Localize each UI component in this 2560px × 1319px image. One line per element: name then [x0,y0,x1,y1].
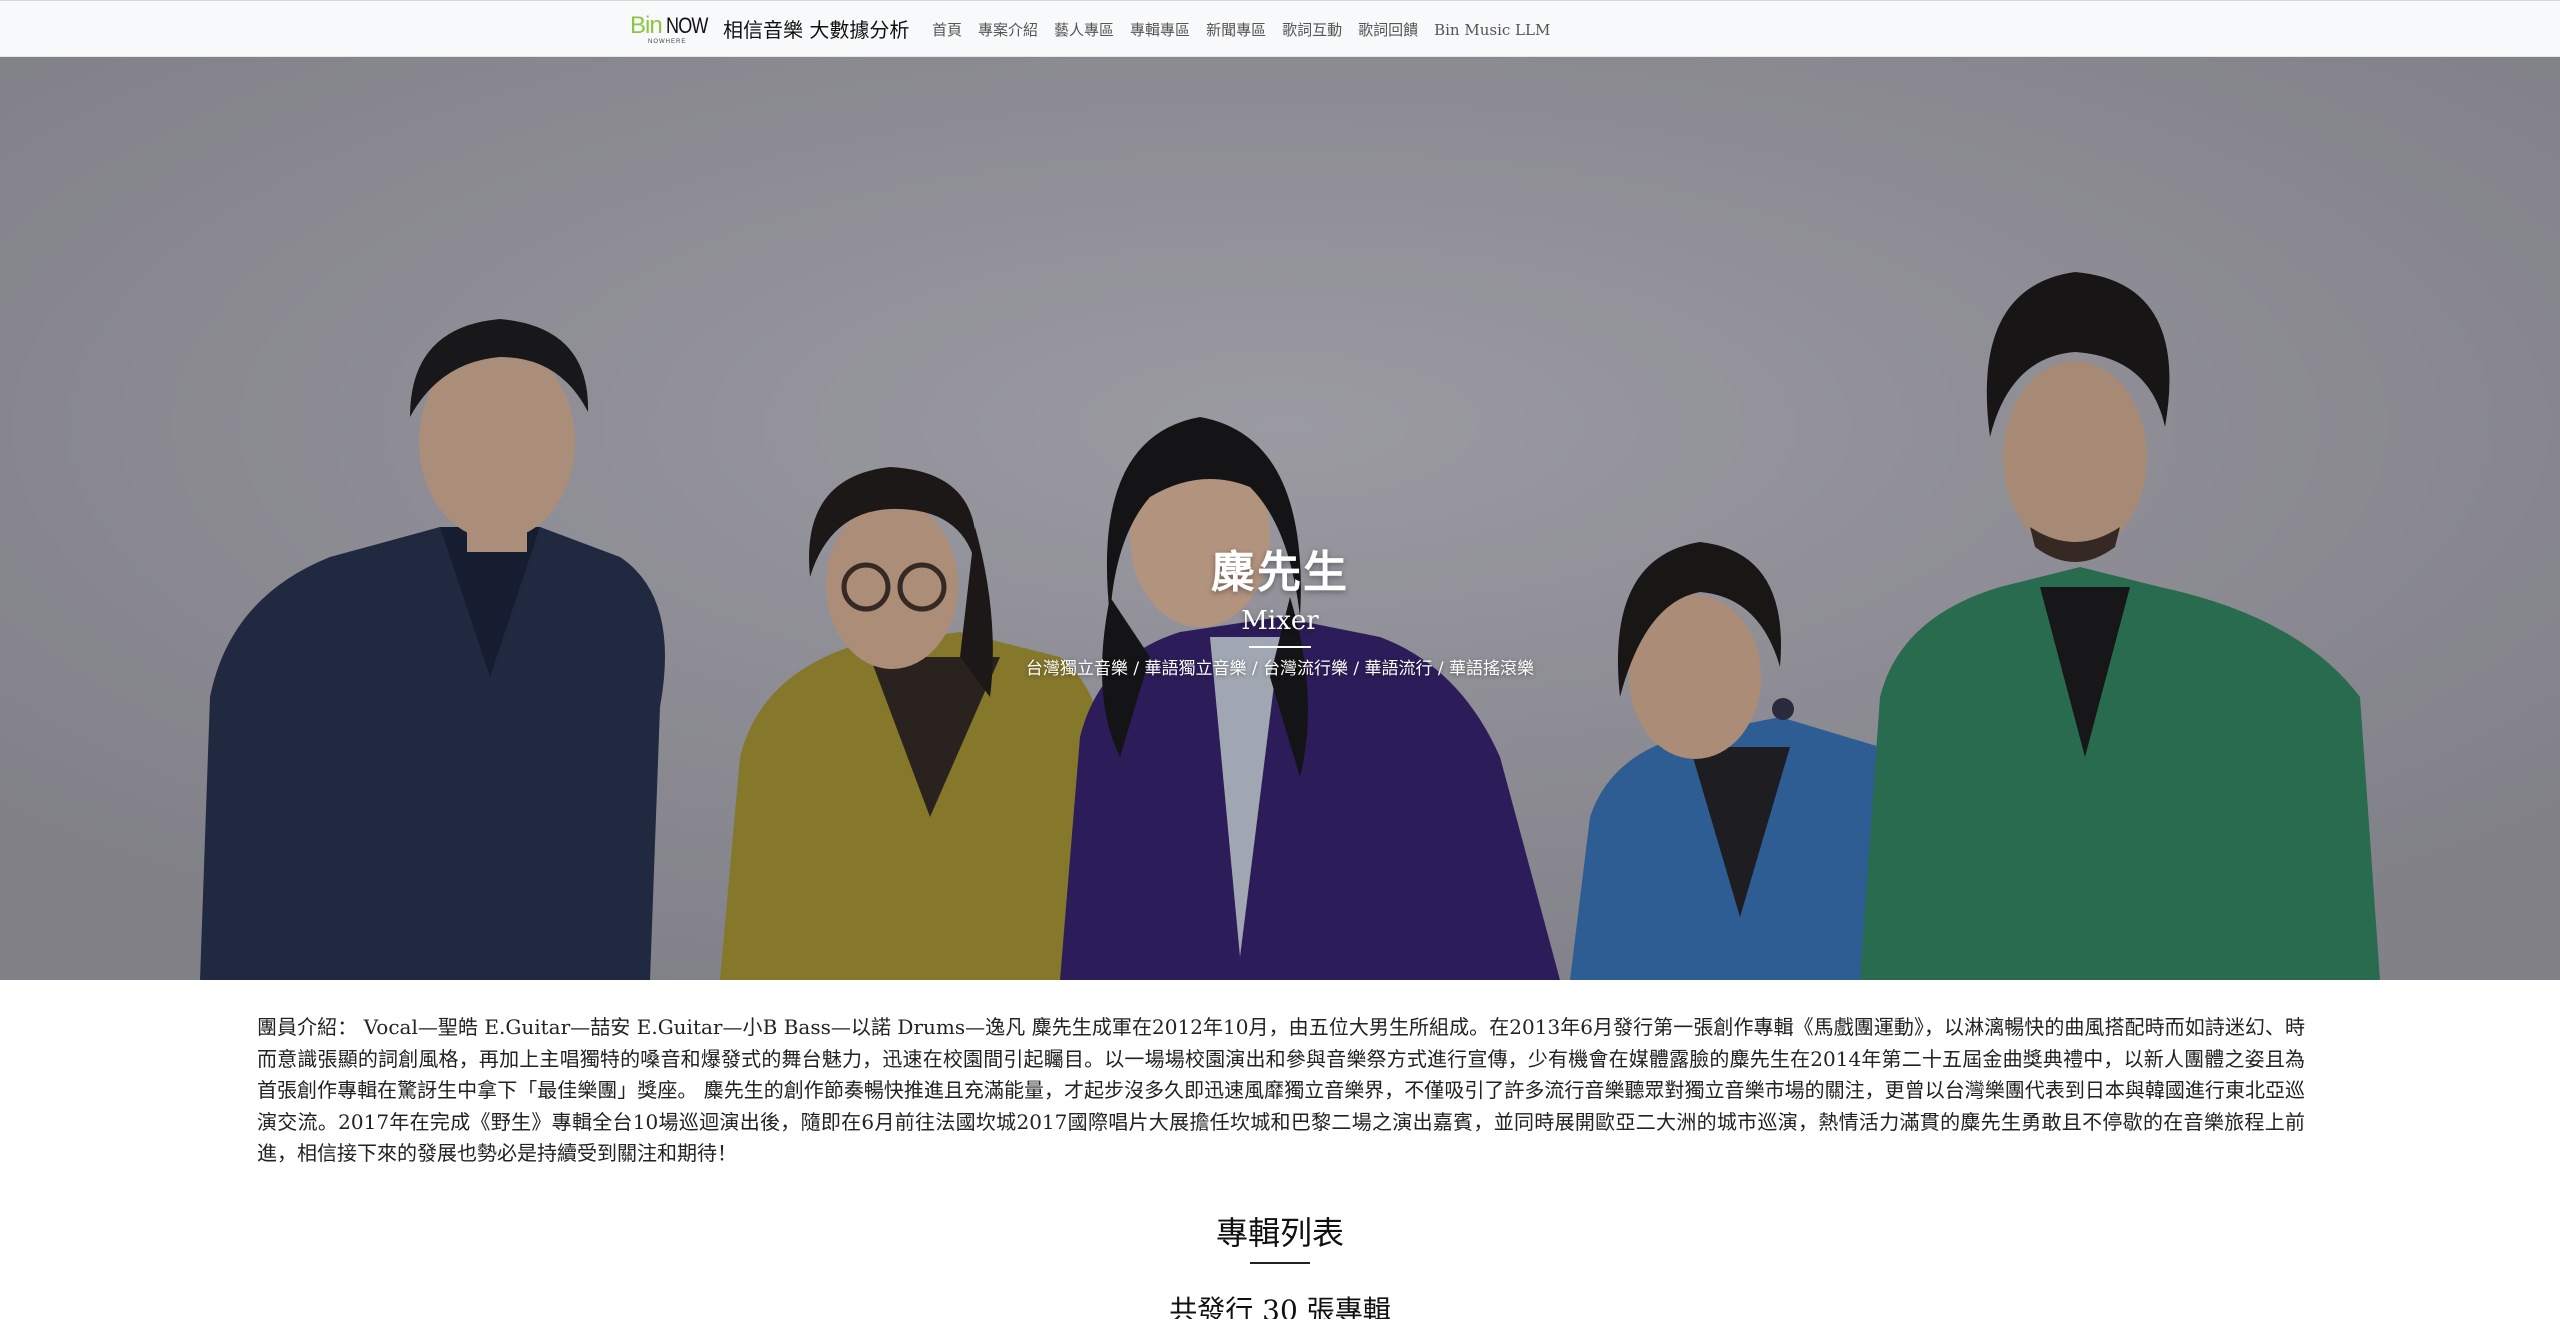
artist-name: 麋先生 [1211,547,1349,598]
logo-subtext: NOWHERE [648,39,687,45]
site-brand[interactable]: 相信音樂 大數據分析 [723,15,909,45]
album-list-title: 專輯列表 [1215,1214,1344,1252]
nav-link-home[interactable]: 首頁 [932,17,970,43]
artist-genres: 台灣獨立音樂 / 華語獨立音樂 / 台灣流行樂 / 華語流行 / 華語搖滾樂 [1025,659,1535,679]
bin-now-logo[interactable]: Bin NOW NOWHERE [630,13,708,47]
hero-text: 麋先生 Mixer 台灣獨立音樂 / 華語獨立音樂 / 台灣流行樂 / 華語流行… [0,57,2560,980]
nav-link-lyrics-feedback[interactable]: 歌詞回饋 [1350,17,1426,43]
nav-links: 首頁 專案介紹 藝人專區 專輯專區 新聞專區 歌詞互動 歌詞回饋 Bin Mus… [932,17,1558,43]
hero-divider [1249,646,1311,648]
nav-link-llm[interactable]: Bin Music LLM [1426,17,1558,43]
navbar: Bin NOW NOWHERE 相信音樂 大數據分析 首頁 專案介紹 藝人專區 專… [0,0,2560,57]
artist-intro: 團員介紹： Vocal—聖皓 E.Guitar—喆安 E.Guitar—小B B… [257,1015,2305,1165]
nav-link-lyrics-interact[interactable]: 歌詞互動 [1274,17,1350,43]
nav-link-artists[interactable]: 藝人專區 [1046,17,1122,43]
album-count: 共發行 30 張專輯 [1169,1294,1391,1319]
nav-link-news[interactable]: 新聞專區 [1198,17,1274,43]
artist-hero: 麋先生 Mixer 台灣獨立音樂 / 華語獨立音樂 / 台灣流行樂 / 華語流行… [0,57,2560,980]
album-list-divider [1250,1262,1310,1264]
logo-wordmark: Bin NOW [630,12,708,39]
artist-english-name: Mixer [1241,606,1319,636]
nav-link-albums[interactable]: 專輯專區 [1122,17,1198,43]
nav-link-project[interactable]: 專案介紹 [970,17,1046,43]
